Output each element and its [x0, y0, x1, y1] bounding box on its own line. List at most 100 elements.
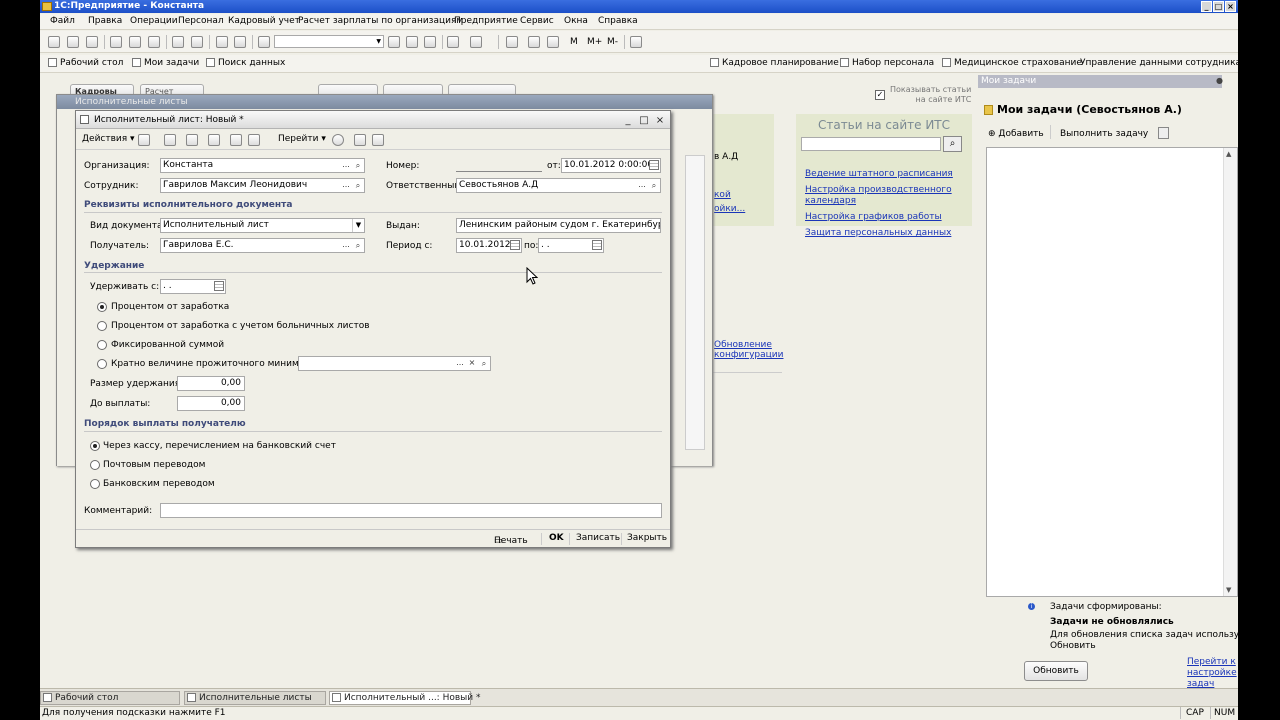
goto-menu[interactable]: Перейти ▾ [278, 134, 326, 144]
copy-document-icon[interactable] [164, 134, 176, 146]
panel-employee-data[interactable]: Управление данными сотрудника [1080, 58, 1238, 68]
its-link-staffing[interactable]: Ведение штатного расписания [805, 169, 953, 179]
subordination-icon[interactable] [248, 134, 260, 146]
execute-task-button[interactable]: Выполнить задачу [1060, 129, 1148, 139]
issued-by-field[interactable]: Ленинским районым судом г. Екатеринбурга [456, 218, 661, 233]
radio-percent[interactable] [97, 302, 107, 312]
search-icon[interactable]: ⌕ [648, 179, 660, 192]
task-settings-link[interactable]: Перейти к настройке задач [1187, 657, 1238, 690]
responsible-field[interactable]: Севостьянов А.Д... ⌕ [456, 178, 661, 193]
number-field[interactable] [456, 171, 542, 172]
close-button[interactable]: Закрыть [627, 533, 667, 543]
period-from-field[interactable]: 10.01.2012 [456, 238, 522, 253]
find-next-icon[interactable] [406, 36, 418, 48]
save-button[interactable]: Записать [576, 533, 620, 543]
restore-button[interactable]: □ [1213, 1, 1224, 12]
task-list-icon[interactable] [1158, 127, 1169, 139]
calendar-icon[interactable] [510, 240, 520, 250]
peek-link-2[interactable]: ойки... [714, 204, 745, 214]
doc-type-select[interactable]: Исполнительный лист ▼ [160, 218, 365, 233]
subsistence-minimum-field[interactable]: ... × ⌕ [298, 356, 491, 371]
minimize-window-button[interactable]: _ [620, 112, 636, 126]
post-document-icon[interactable] [186, 134, 198, 146]
save-icon[interactable] [86, 36, 98, 48]
search-icon[interactable]: ⌕ [352, 239, 364, 252]
search-icon[interactable]: ⌕ [478, 357, 490, 370]
radio-fixed[interactable] [97, 340, 107, 350]
chevron-down-icon[interactable]: ▼ [376, 38, 381, 45]
period-to-field[interactable]: . . [538, 238, 604, 253]
menu-file[interactable]: Файл [50, 16, 75, 26]
panel-medical[interactable]: Медицинское страхование [942, 58, 1082, 68]
task-list[interactable]: ▲ ▼ [986, 147, 1238, 597]
structure-icon[interactable] [230, 134, 242, 146]
taskbar-writ-new[interactable]: Исполнительный ...: Новый * [329, 691, 480, 705]
preview-icon[interactable] [191, 36, 203, 48]
chevron-down-icon[interactable]: ▼ [352, 219, 364, 232]
comment-field[interactable] [160, 503, 662, 518]
menu-service[interactable]: Сервис [520, 16, 554, 26]
peek-link-1[interactable]: кой [714, 190, 731, 200]
info-icon[interactable] [470, 36, 482, 48]
list-view-icon[interactable] [354, 134, 366, 146]
taskbar-desktop[interactable]: Рабочий стол [40, 691, 180, 705]
undo-icon[interactable] [216, 36, 228, 48]
new-icon[interactable] [48, 36, 60, 48]
calendar-icon[interactable] [649, 160, 659, 170]
radio-pay-cash[interactable] [90, 441, 100, 451]
panel-search[interactable]: Поиск данных [206, 58, 285, 68]
its-search-input[interactable] [801, 137, 941, 151]
table-view-icon[interactable] [372, 134, 384, 146]
employee-field[interactable]: Гаврилов Максим Леонидович... ⌕ [160, 178, 365, 193]
menu-operations[interactable]: Операции [130, 16, 178, 26]
radio-pay-bank[interactable] [90, 479, 100, 489]
help-icon[interactable] [332, 134, 344, 146]
table-icon[interactable] [547, 36, 559, 48]
find-prev-icon[interactable] [424, 36, 436, 48]
menu-windows[interactable]: Окна [564, 16, 588, 26]
paste-icon[interactable] [148, 36, 160, 48]
memory-minus[interactable]: M- [607, 37, 618, 47]
find-icon[interactable] [258, 36, 270, 48]
search-combo[interactable]: ▼ [274, 35, 384, 48]
calendar-icon[interactable] [528, 36, 540, 48]
copy-icon[interactable] [129, 36, 141, 48]
menu-help[interactable]: Справка [598, 16, 638, 26]
add-task-button[interactable]: ⊕ Добавить [988, 129, 1044, 139]
radio-multiple[interactable] [97, 359, 107, 369]
cut-icon[interactable] [110, 36, 122, 48]
task-list-scrollbar[interactable]: ▲ ▼ [1223, 148, 1237, 596]
calendar-icon[interactable] [214, 281, 224, 291]
save-document-icon[interactable] [138, 134, 150, 146]
memory-m[interactable]: M [570, 37, 578, 47]
actions-menu[interactable]: Действия ▾ [82, 134, 135, 144]
clear-search-icon[interactable] [388, 36, 400, 48]
close-window-button[interactable]: × [652, 112, 668, 126]
radio-percent-sick[interactable] [97, 321, 107, 331]
document-date-field[interactable]: 10.01.2012 0:00:00 [561, 158, 661, 173]
minimize-button[interactable]: _ [1201, 1, 1212, 12]
search-icon[interactable]: ⌕ [352, 179, 364, 192]
show-its-checkbox[interactable]: ✓ [875, 90, 885, 100]
close-button[interactable]: × [1225, 1, 1236, 12]
its-search-button[interactable]: ⌕ [943, 136, 962, 152]
search-icon[interactable]: ⌕ [352, 159, 364, 172]
clear-icon[interactable]: × [466, 357, 478, 370]
pin-icon[interactable]: ● [1216, 76, 1223, 85]
refresh-tasks-button[interactable]: Обновить [1024, 661, 1088, 681]
menu-hr[interactable]: Кадровый учет [228, 16, 300, 26]
writs-list-scrollbar[interactable] [685, 155, 705, 450]
print-icon[interactable] [172, 36, 184, 48]
menu-personnel[interactable]: Персонал [178, 16, 224, 26]
to-pay-field[interactable]: 0,00 [177, 396, 245, 411]
windows-icon[interactable] [447, 36, 459, 48]
panel-desktop[interactable]: Рабочий стол [48, 58, 123, 68]
maximize-window-button[interactable]: □ [636, 112, 652, 126]
unpost-document-icon[interactable] [208, 134, 220, 146]
calendar-icon[interactable] [592, 240, 602, 250]
hold-size-field[interactable]: 0,00 [177, 376, 245, 391]
menu-edit[interactable]: Правка [88, 16, 122, 26]
recipient-field[interactable]: Гаврилова Е.С.... ⌕ [160, 238, 365, 253]
panel-hr-planning[interactable]: Кадровое планирование [710, 58, 839, 68]
menu-enterprise[interactable]: Предприятие [454, 16, 518, 26]
